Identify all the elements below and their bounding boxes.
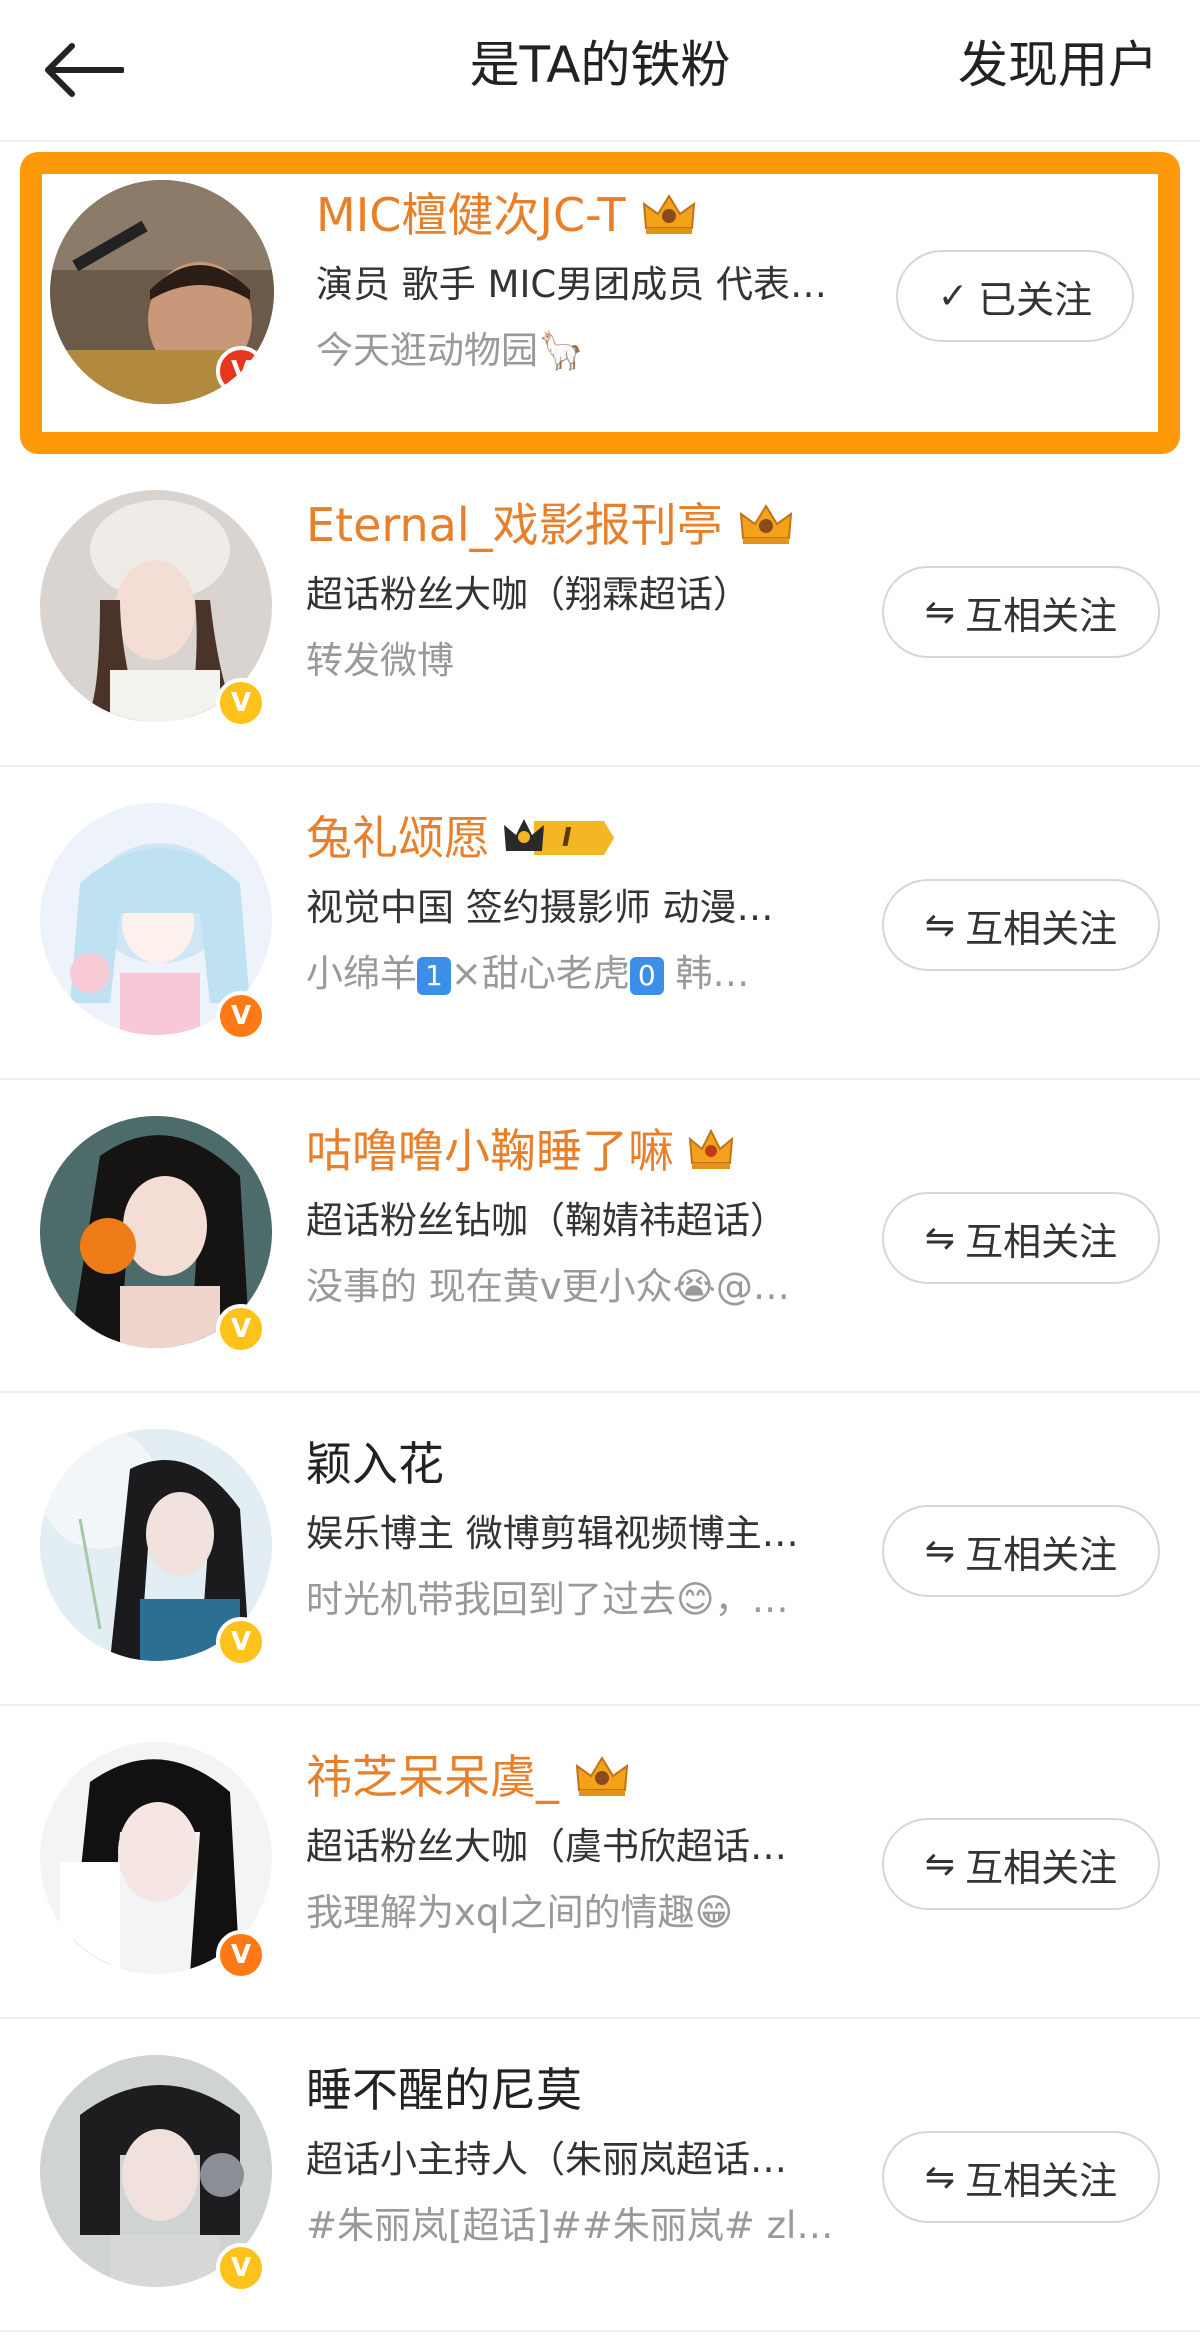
top-bar: 是TA的铁粉 发现用户 [0, 0, 1200, 142]
mutual-follow-button[interactable]: ⇋ 互相关注 [882, 2131, 1160, 2223]
discover-users-button[interactable]: 发现用户 [958, 30, 1158, 100]
crown-icon [573, 1754, 631, 1800]
number-badge: 0 [629, 956, 664, 995]
mutual-follow-label: 互相关注 [965, 906, 1118, 951]
verified-badge-icon: V [216, 991, 266, 1041]
following-button[interactable]: ✓ 已关注 [896, 250, 1134, 342]
crown-icon [688, 1129, 734, 1173]
user-latest-post: 我理解为xql之间的情趣😁 [306, 1891, 734, 1934]
user-info: 兔礼颂愿 I 视觉中国 签约摄影师 动漫… 小绵羊 1 ×甜心老虎 0 韩… [306, 801, 866, 1007]
user-latest-post: 没事的 现在黄v更小众😭@… [306, 1265, 790, 1308]
mutual-follow-button[interactable]: ⇋ 互相关注 [882, 566, 1160, 658]
mutual-follow-label: 互相关注 [965, 593, 1118, 638]
user-name[interactable]: 咕噜噜小鞠睡了嘛 [306, 1114, 866, 1188]
crown-icon [737, 502, 795, 548]
user-description: 视觉中国 签约摄影师 动漫… [306, 886, 774, 929]
user-description: 娱乐博主 微博剪辑视频博主… [306, 1512, 799, 1555]
list-item[interactable]: V 睡不醒的尼莫 超话小主持人（朱丽岚超话… #朱丽岚[超话]##朱丽岚# zl… [0, 2019, 1200, 2332]
swap-arrows-icon: ⇋ [924, 904, 956, 946]
user-name-text: 睡不醒的尼莫 [306, 2063, 582, 2117]
user-latest-post: 小绵羊 1 ×甜心老虎 0 韩… [306, 941, 846, 1007]
user-latest-post: 今天逛动物园🦙 [316, 329, 585, 372]
list-item[interactable]: V 兔礼颂愿 I 视觉中国 签约摄影师 动漫… 小绵羊 1 ×甜心老虎 0 韩… ⇋ … [0, 767, 1200, 1080]
user-name-text: Eternal_戏影报刊亭 [306, 498, 723, 552]
user-latest-post: 转发微博 [306, 639, 454, 682]
member-level-text: I [562, 823, 572, 853]
mutual-follow-label: 互相关注 [965, 1532, 1118, 1577]
user-info: Eternal_戏影报刊亭 超话粉丝大咖（翔霖超话） 转发微博 [306, 488, 866, 694]
swap-arrows-icon: ⇋ [924, 591, 956, 633]
mutual-follow-button[interactable]: ⇋ 互相关注 [882, 1192, 1160, 1284]
post-text-part: 小绵羊 [306, 952, 417, 995]
mutual-follow-button[interactable]: ⇋ 互相关注 [882, 1818, 1160, 1910]
user-latest-post: #朱丽岚[超话]##朱丽岚# zl… [306, 2204, 834, 2247]
user-info: 咕噜噜小鞠睡了嘛 超话粉丝钻咖（鞠婧祎超话） 没事的 现在黄v更小众😭@… [306, 1114, 866, 1320]
user-name-text: 咕噜噜小鞠睡了嘛 [306, 1124, 674, 1178]
user-description: 超话粉丝大咖（虞书欣超话… [306, 1825, 787, 1868]
list-item[interactable]: V Eternal_戏影报刊亭 超话粉丝大咖（翔霖超话） 转发微博 ⇋ 互相关注 [0, 454, 1200, 767]
user-name[interactable]: 兔礼颂愿 I [306, 801, 866, 875]
user-info: MIC檀健次JC-T 演员 歌手 MIC男团成员 代表… 今天逛动物园🦙 [316, 178, 876, 384]
user-latest-post: 时光机带我回到了过去😊，… [306, 1578, 789, 1621]
list-item[interactable]: V MIC檀健次JC-T 演员 歌手 MIC男团成员 代表… 今天逛动物园🦙 ✓… [20, 152, 1180, 454]
member-level-icon: I [504, 801, 614, 875]
mutual-follow-label: 互相关注 [965, 1845, 1118, 1890]
user-name[interactable]: MIC檀健次JC-T [316, 178, 876, 252]
list-item[interactable]: V 咕噜噜小鞠睡了嘛 超话粉丝钻咖（鞠婧祎超话） 没事的 现在黄v更小众😭@… … [0, 1080, 1200, 1393]
user-description: 超话粉丝大咖（翔霖超话） [306, 573, 750, 616]
post-text-part: 韩… [663, 952, 750, 995]
user-description: 演员 歌手 MIC男团成员 代表… [316, 263, 827, 306]
swap-arrows-icon: ⇋ [924, 2156, 956, 2198]
mutual-follow-label: 互相关注 [965, 1219, 1118, 1264]
mutual-follow-button[interactable]: ⇋ 互相关注 [882, 1505, 1160, 1597]
user-info: 颖入花 娱乐博主 微博剪辑视频博主… 时光机带我回到了过去😊，… [306, 1427, 866, 1633]
verified-badge-icon: V [216, 346, 266, 396]
user-name[interactable]: 睡不醒的尼莫 [306, 2053, 866, 2127]
user-name-text: 祎芝呆呆虞_ [306, 1750, 559, 1804]
fan-list: V MIC檀健次JC-T 演员 歌手 MIC男团成员 代表… 今天逛动物园🦙 ✓… [0, 144, 1200, 2332]
user-name-text: 颖入花 [306, 1437, 444, 1491]
user-description: 超话粉丝钻咖（鞠婧祎超话） [306, 1199, 787, 1242]
user-info: 祎芝呆呆虞_ 超话粉丝大咖（虞书欣超话… 我理解为xql之间的情趣😁 [306, 1740, 866, 1946]
verified-badge-icon: V [216, 2243, 266, 2293]
list-item[interactable]: V 祎芝呆呆虞_ 超话粉丝大咖（虞书欣超话… 我理解为xql之间的情趣😁 ⇋ 互… [0, 1706, 1200, 2019]
verified-badge-icon: V [216, 678, 266, 728]
following-button-label: 已关注 [978, 277, 1093, 322]
verified-badge-icon: V [216, 1304, 266, 1354]
verified-badge-icon: V [216, 1930, 266, 1980]
user-name-text: 兔礼颂愿 [306, 811, 490, 865]
mutual-follow-label: 互相关注 [965, 2158, 1118, 2203]
number-badge: 1 [417, 956, 451, 995]
swap-arrows-icon: ⇋ [924, 1217, 956, 1259]
avatar[interactable]: V [50, 180, 274, 404]
swap-arrows-icon: ⇋ [924, 1530, 956, 1572]
user-info: 睡不醒的尼莫 超话小主持人（朱丽岚超话… #朱丽岚[超话]##朱丽岚# zl… [306, 2053, 866, 2259]
user-name[interactable]: 祎芝呆呆虞_ [306, 1740, 866, 1814]
verified-badge-icon: V [216, 1617, 266, 1667]
checkmark-icon: ✓ [937, 275, 969, 317]
user-name-text: MIC檀健次JC-T [316, 188, 626, 242]
user-name[interactable]: Eternal_戏影报刊亭 [306, 488, 866, 562]
swap-arrows-icon: ⇋ [924, 1843, 956, 1885]
user-name[interactable]: 颖入花 [306, 1427, 866, 1501]
post-text-part: ×甜心老虎 [450, 952, 630, 995]
list-item[interactable]: V 颖入花 娱乐博主 微博剪辑视频博主… 时光机带我回到了过去😊，… ⇋ 互相关… [0, 1393, 1200, 1706]
mutual-follow-button[interactable]: ⇋ 互相关注 [882, 879, 1160, 971]
crown-icon [640, 192, 698, 238]
user-description: 超话小主持人（朱丽岚超话… [306, 2138, 787, 2181]
